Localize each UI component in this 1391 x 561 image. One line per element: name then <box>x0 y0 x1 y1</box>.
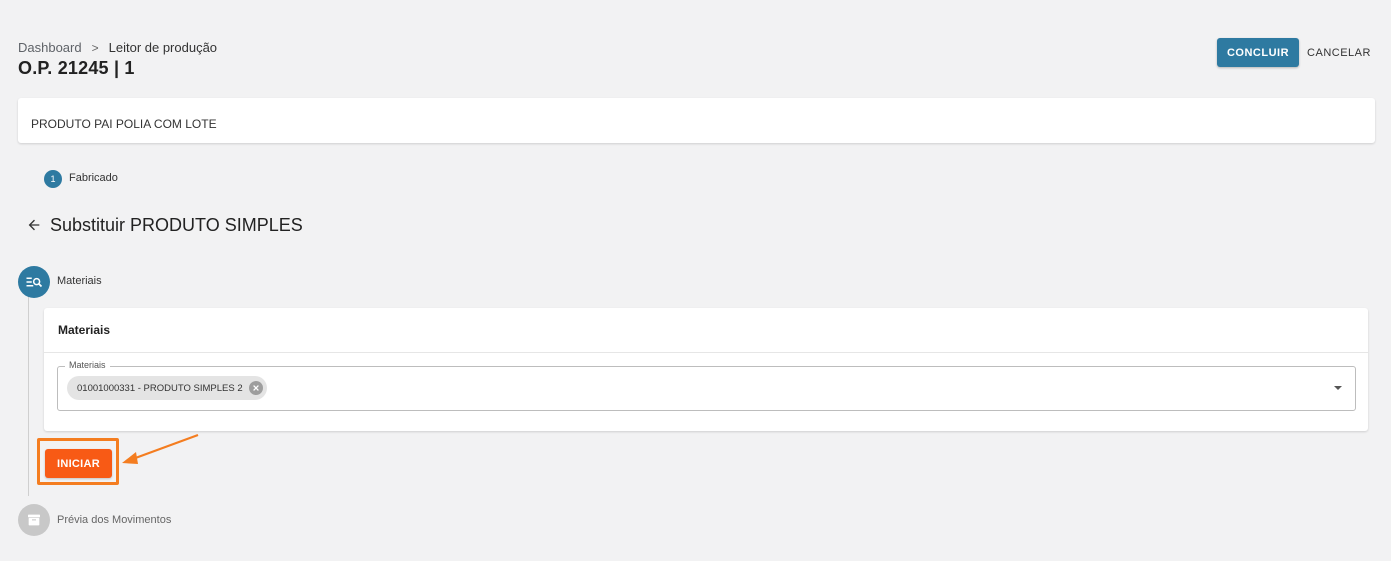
card-divider <box>44 352 1368 353</box>
page-title: O.P. 21245 | 1 <box>18 58 135 78</box>
close-circle-icon[interactable] <box>248 381 263 395</box>
breadcrumb: Dashboard > Leitor de produção <box>18 40 217 55</box>
step-label-fabricado: Fabricado <box>69 172 118 184</box>
materials-card: Materiais Materiais 01001000331 - PRODUT… <box>44 308 1368 431</box>
materials-select[interactable]: Materiais 01001000331 - PRODUTO SIMPLES … <box>57 360 1356 411</box>
iniciar-button[interactable]: INICIAR <box>45 449 112 478</box>
archive-box-icon <box>18 504 50 536</box>
step-label-materiais: Materiais <box>57 275 102 287</box>
breadcrumb-dashboard-link[interactable]: Dashboard <box>18 40 82 55</box>
product-card: PRODUTO PAI POLIA COM LOTE <box>18 98 1375 143</box>
list-search-icon <box>18 266 50 298</box>
material-chip: 01001000331 - PRODUTO SIMPLES 2 <box>67 376 267 400</box>
section-title: Substituir PRODUTO SIMPLES <box>50 215 303 235</box>
product-name: PRODUTO PAI POLIA COM LOTE <box>31 117 217 131</box>
material-chip-label: 01001000331 - PRODUTO SIMPLES 2 <box>77 382 243 394</box>
concluir-button[interactable]: CONCLUIR <box>1217 38 1299 67</box>
step-label-previa-movimentos: Prévia dos Movimentos <box>57 514 172 526</box>
stepper-connector-line <box>28 296 29 496</box>
arrow-left-icon[interactable] <box>26 217 42 233</box>
annotation-arrow-icon <box>122 433 199 464</box>
caret-down-icon[interactable] <box>1334 386 1342 390</box>
breadcrumb-separator: > <box>91 40 99 55</box>
materials-card-title: Materiais <box>58 323 111 337</box>
step-number-badge: 1 <box>44 170 62 188</box>
cancelar-button[interactable]: CANCELAR <box>1304 38 1374 67</box>
materials-select-label: Materiais <box>65 360 110 370</box>
breadcrumb-current: Leitor de produção <box>108 40 218 55</box>
